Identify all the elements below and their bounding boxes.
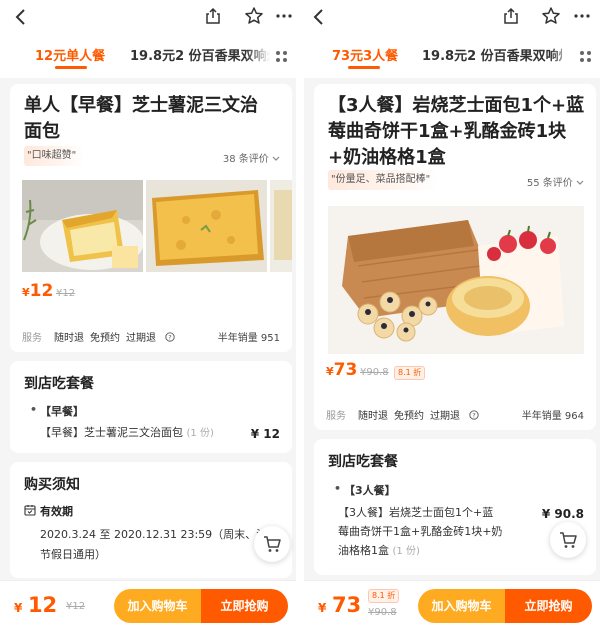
discount-badge: 8.1 折 bbox=[394, 366, 426, 380]
validity-text: 2020.3.24 至 2020.12.31 23:59（周末、法 bbox=[40, 528, 268, 541]
tab-package-2[interactable]: 19.8元2 份百香果双响炮 bbox=[422, 45, 562, 64]
service-item: 免预约 bbox=[90, 333, 120, 344]
share-icon[interactable] bbox=[205, 7, 221, 25]
help-icon[interactable]: ? bbox=[469, 410, 479, 420]
star-icon[interactable] bbox=[244, 6, 264, 26]
service-item: 过期退 bbox=[126, 333, 156, 344]
bottom-bar: ¥ 12 ¥12 加入购物车 立即抢购 bbox=[0, 580, 296, 631]
bottom-price: ¥ 12 bbox=[14, 593, 58, 617]
package-item: 【3人餐】岩烧芝士面包1个+蓝 莓曲奇饼干1盒+乳酪金砖1块+奶 油格格1盒 (… bbox=[338, 506, 503, 557]
review-tag: "口味超赞" bbox=[24, 146, 85, 166]
section-title: 购买须知 bbox=[24, 477, 80, 493]
sandwich-photo[interactable] bbox=[146, 180, 267, 272]
bakery-set-photo[interactable] bbox=[328, 206, 584, 354]
tab-fade bbox=[550, 36, 574, 78]
more-icon[interactable] bbox=[276, 14, 292, 18]
reviews-link[interactable]: 38 条评价 bbox=[223, 150, 280, 165]
svg-text:?: ? bbox=[168, 334, 171, 342]
section-title: 到店吃套餐 bbox=[24, 376, 94, 392]
more-icon[interactable] bbox=[574, 14, 590, 18]
action-buttons: 加入购物车 立即抢购 bbox=[418, 589, 592, 623]
buy-now-button[interactable]: 立即抢购 bbox=[201, 589, 288, 623]
package-item: 【早餐】芝士薯泥三文治面包 (1 份) bbox=[40, 426, 214, 439]
service-label: 服务 bbox=[22, 333, 42, 344]
tab-package-1[interactable]: 73元3人餐 bbox=[332, 45, 398, 64]
sandwich-photo[interactable] bbox=[22, 180, 143, 272]
package-contents-card: 到店吃套餐 【早餐】 【早餐】芝士薯泥三文治面包 (1 份) ¥ 12 bbox=[10, 361, 292, 453]
active-tab-underline bbox=[348, 66, 380, 69]
tab-package-1[interactable]: 12元单人餐 bbox=[35, 45, 105, 64]
package-tabs: 73元3人餐 19.8元2 份百香果双响炮 bbox=[304, 36, 600, 78]
cart-icon bbox=[560, 532, 577, 548]
reviews-count: 38 条评价 bbox=[222, 154, 269, 165]
service-item: 免预约 bbox=[394, 411, 424, 422]
item-price: ¥ 90.8 bbox=[541, 507, 584, 521]
cart-icon bbox=[264, 536, 281, 552]
product-title-line: 莓曲奇饼干1盒+乳酪金砖1块 bbox=[328, 121, 567, 142]
sales-count: 半年销量 964 bbox=[521, 411, 584, 422]
reviews-link[interactable]: 55 条评价 bbox=[527, 174, 584, 189]
tab-fade bbox=[246, 36, 270, 78]
share-icon[interactable] bbox=[503, 7, 519, 25]
service-item: 随时退 bbox=[358, 411, 388, 422]
floating-cart-button[interactable] bbox=[254, 526, 290, 562]
notice-card: 购买须知 有效期 2020.3.24 至 2020.12.31 23:59（周末… bbox=[10, 462, 292, 578]
active-tab-underline bbox=[55, 66, 87, 69]
top-nav-bar bbox=[0, 0, 296, 36]
service-item: 随时退 bbox=[54, 333, 84, 344]
review-tag: "份量足、菜品搭配棒" bbox=[328, 170, 439, 190]
current-price: ¥73 bbox=[326, 360, 358, 380]
product-title-line: 面包 bbox=[24, 121, 60, 142]
original-price: ¥90.8 bbox=[360, 367, 389, 378]
validity-text: 节假日通用） bbox=[40, 548, 106, 561]
item-price: ¥ 12 bbox=[250, 427, 280, 441]
package-group: 【早餐】 bbox=[30, 403, 84, 419]
product-title-line: +奶油格格1盒 bbox=[328, 147, 446, 168]
bottom-original-price: ¥90.8 bbox=[368, 607, 397, 618]
grid-icon[interactable] bbox=[580, 51, 592, 63]
back-arrow-icon[interactable] bbox=[14, 8, 26, 26]
service-row: 服务 随时退 免预约 过期退 ? bbox=[326, 407, 479, 422]
chevron-down-icon bbox=[272, 156, 280, 161]
service-item: 过期退 bbox=[430, 411, 460, 422]
bottom-bar: ¥ 73 8.1 折 ¥90.8 加入购物车 立即抢购 bbox=[304, 580, 600, 631]
product-title-line: 单人【早餐】芝士薯泥三文治 bbox=[24, 95, 258, 116]
service-row: 服务 随时退 免预约 过期退 ? bbox=[22, 329, 175, 344]
original-price: ¥12 bbox=[56, 288, 76, 299]
reviews-count: 55 条评价 bbox=[526, 178, 573, 189]
sandwich-photo[interactable] bbox=[270, 180, 292, 272]
left-phone-screen: 12元单人餐 19.8元2 份百香果双响炮 单人【早餐】芝士薯泥三文治 面包 "… bbox=[0, 0, 296, 631]
add-to-cart-button[interactable]: 加入购物车 bbox=[114, 589, 201, 623]
current-price: ¥12 bbox=[22, 281, 54, 301]
help-icon[interactable]: ? bbox=[165, 332, 175, 342]
validity-label: 有效期 bbox=[40, 505, 73, 518]
discount-badge: 8.1 折 bbox=[368, 589, 400, 603]
bottom-price: ¥ 73 bbox=[318, 593, 362, 617]
sales-count: 半年销量 951 bbox=[217, 333, 280, 344]
product-title-line: 【3人餐】岩烧芝士面包1个+蓝 bbox=[328, 95, 585, 116]
product-card: 【3人餐】岩烧芝士面包1个+蓝 莓曲奇饼干1盒+乳酪金砖1块 +奶油格格1盒 "… bbox=[314, 84, 596, 430]
grid-icon[interactable] bbox=[276, 51, 288, 63]
bottom-original-price: ¥12 bbox=[66, 601, 86, 612]
action-buttons: 加入购物车 立即抢购 bbox=[114, 589, 288, 623]
back-arrow-icon[interactable] bbox=[312, 8, 324, 26]
service-label: 服务 bbox=[326, 411, 346, 422]
package-group: 【3人餐】 bbox=[334, 482, 396, 498]
section-title: 到店吃套餐 bbox=[328, 454, 398, 470]
package-contents-card: 到店吃套餐 【3人餐】 【3人餐】岩烧芝士面包1个+蓝 莓曲奇饼干1盒+乳酪金砖… bbox=[314, 439, 596, 575]
right-phone-screen: 73元3人餐 19.8元2 份百香果双响炮 【3人餐】岩烧芝士面包1个+蓝 莓曲… bbox=[304, 0, 600, 631]
top-nav-bar bbox=[304, 0, 600, 36]
add-to-cart-button[interactable]: 加入购物车 bbox=[418, 589, 505, 623]
svg-text:?: ? bbox=[472, 412, 475, 420]
product-card: 单人【早餐】芝士薯泥三文治 面包 "口味超赞" 38 条评价 ¥12 ¥12 服… bbox=[10, 84, 292, 352]
star-icon[interactable] bbox=[541, 6, 561, 26]
buy-now-button[interactable]: 立即抢购 bbox=[505, 589, 592, 623]
calendar-icon bbox=[24, 505, 36, 516]
package-tabs: 12元单人餐 19.8元2 份百香果双响炮 bbox=[0, 36, 296, 78]
floating-cart-button[interactable] bbox=[550, 522, 586, 558]
chevron-down-icon bbox=[576, 180, 584, 185]
